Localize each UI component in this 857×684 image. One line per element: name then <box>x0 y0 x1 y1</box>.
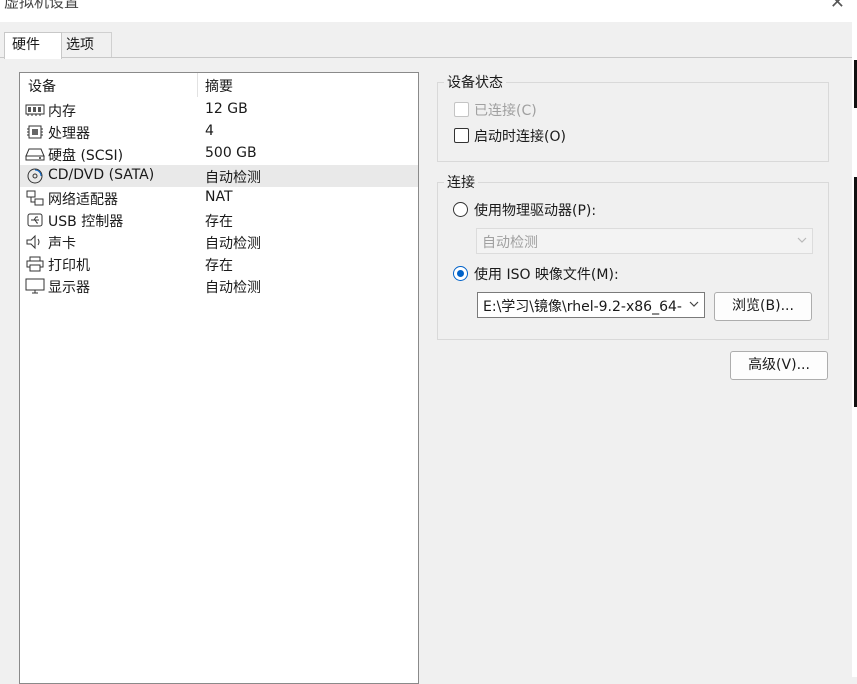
device-summary: 自动检测 <box>205 280 261 296</box>
device-summary: 存在 <box>205 258 233 274</box>
device-summary: 500 GB <box>205 145 257 161</box>
device-status-title: 设备状态 <box>447 75 503 91</box>
title-bar: 虚拟机设置 ✕ <box>0 0 857 22</box>
printer-icon <box>26 256 44 272</box>
device-name: CD/DVD (SATA) <box>48 167 155 183</box>
device-row-printer[interactable]: 打印机 存在 <box>20 253 418 275</box>
physical-drive-value: 自动检测 <box>482 235 538 251</box>
cd-dvd-icon <box>27 168 43 184</box>
iso-path-value: E:\学习\镜像\rhel-9.2-x86_64- <box>483 299 682 315</box>
chevron-down-icon[interactable] <box>688 295 700 313</box>
device-name: 打印机 <box>48 258 90 274</box>
advanced-button[interactable]: 高级(V)... <box>730 351 828 380</box>
column-header-summary[interactable]: 摘要 <box>205 76 233 96</box>
iso-path-combobox[interactable]: E:\学习\镜像\rhel-9.2-x86_64- <box>477 292 705 318</box>
device-list[interactable]: 设备 摘要 内存 12 GB 处理器 4 硬盘 (SCSI) 500 GB CD… <box>19 72 419 684</box>
tab-hardware[interactable]: 硬件 <box>4 32 62 59</box>
physical-drive-radio[interactable] <box>453 202 468 217</box>
hard-disk-icon <box>25 148 45 161</box>
device-name: 网络适配器 <box>48 192 118 208</box>
device-row-cd-dvd[interactable]: CD/DVD (SATA) 自动检测 <box>20 165 418 187</box>
chevron-down-icon <box>797 237 807 243</box>
device-row-display[interactable]: 显示器 自动检测 <box>20 275 418 297</box>
device-name: 硬盘 (SCSI) <box>48 148 124 164</box>
device-row-hard-disk[interactable]: 硬盘 (SCSI) 500 GB <box>20 143 418 165</box>
physical-drive-select[interactable]: 自动检测 <box>476 228 813 254</box>
connection-title: 连接 <box>447 175 475 191</box>
device-row-sound-card[interactable]: 声卡 自动检测 <box>20 231 418 253</box>
device-summary: NAT <box>205 189 233 205</box>
iso-image-radio[interactable] <box>453 266 468 281</box>
device-name: 声卡 <box>48 236 76 252</box>
device-summary: 自动检测 <box>205 236 261 252</box>
network-adapter-icon <box>26 190 44 206</box>
device-row-usb-controller[interactable]: USB 控制器 存在 <box>20 209 418 231</box>
device-name: 处理器 <box>48 126 90 142</box>
column-header-device[interactable]: 设备 <box>28 76 56 96</box>
display-icon <box>25 278 45 294</box>
device-row-memory[interactable]: 内存 12 GB <box>20 99 418 121</box>
tab-options[interactable]: 选项 <box>58 32 112 57</box>
device-summary: 存在 <box>205 214 233 230</box>
device-summary: 自动检测 <box>205 170 261 186</box>
device-row-network-adapter[interactable]: 网络适配器 NAT <box>20 187 418 209</box>
physical-drive-label: 使用物理驱动器(P): <box>474 203 597 219</box>
window-title: 虚拟机设置 <box>4 0 80 11</box>
iso-image-label: 使用 ISO 映像文件(M): <box>474 267 619 283</box>
background-window-edge <box>852 22 857 677</box>
device-name: 显示器 <box>48 280 90 296</box>
close-icon[interactable]: ✕ <box>830 0 845 13</box>
device-name: 内存 <box>48 104 76 120</box>
device-summary: 4 <box>205 123 214 139</box>
device-row-processor[interactable]: 处理器 4 <box>20 121 418 143</box>
memory-icon <box>25 104 45 116</box>
device-summary: 12 GB <box>205 101 248 117</box>
connected-label: 已连接(C) <box>474 103 537 119</box>
device-name: USB 控制器 <box>48 214 124 230</box>
connected-checkbox[interactable] <box>454 102 469 117</box>
processor-icon <box>27 125 43 139</box>
usb-icon <box>27 213 43 227</box>
connect-at-power-on-label: 启动时连接(O) <box>474 129 566 145</box>
browse-button[interactable]: 浏览(B)... <box>714 292 812 321</box>
connect-at-power-on-checkbox[interactable] <box>454 128 469 143</box>
speaker-icon <box>26 234 40 250</box>
